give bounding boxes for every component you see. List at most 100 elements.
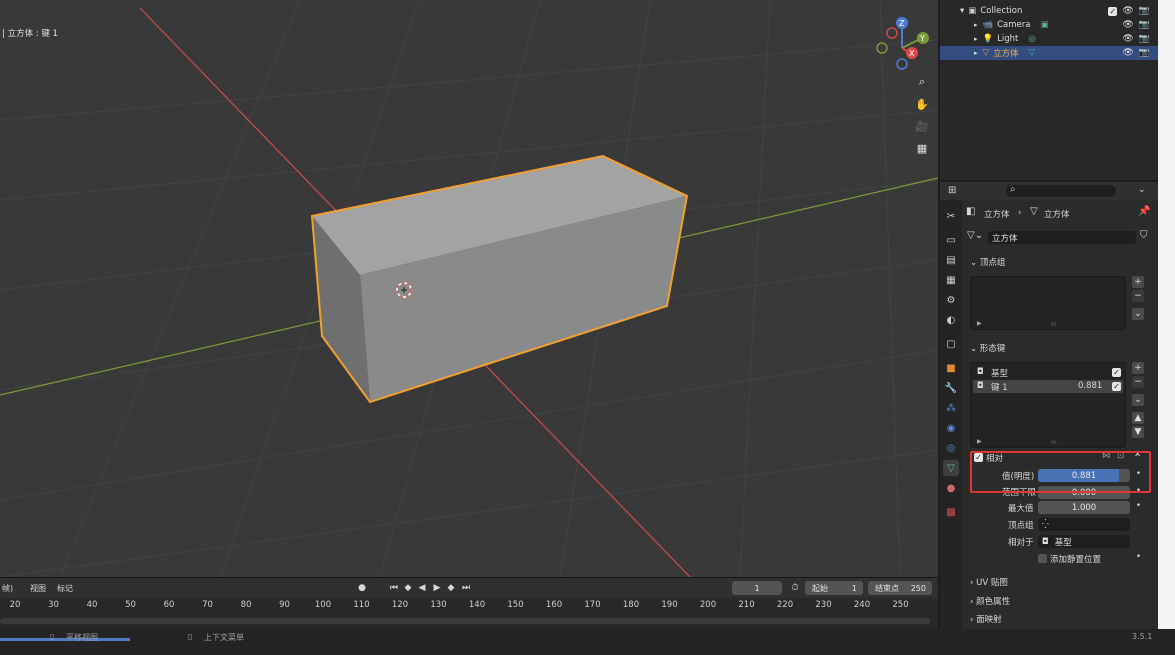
timeline[interactable]: 帧) 视图 标记 ● ⏮ ◆ ◀ ▶ ◆ ⏭ 1 ⏱ 起始 1 结束点 250 … [0, 577, 938, 630]
list-expand-icon[interactable]: ▶ [977, 438, 982, 445]
collection-tab-icon[interactable]: ▢ [943, 336, 959, 352]
camera-view-icon[interactable]: 🎥 [913, 117, 931, 135]
render-camera-icon[interactable]: 📷 [1139, 6, 1150, 16]
camera-data-icon[interactable]: ▣ [1040, 20, 1048, 30]
expand-arrow-icon[interactable]: ▸ [974, 49, 978, 57]
vertex-group-specials-button[interactable]: ⌄ [1132, 308, 1144, 320]
properties-search-input[interactable]: ⌕ [1006, 184, 1116, 197]
3d-viewport[interactable]: | 立方体 : 键 1 Z Y X ⌕ ✋ 🎥 ▦ [0, 0, 938, 577]
render-tab-icon[interactable]: ▭ [943, 232, 959, 248]
resize-grip-icon[interactable]: ⁞⁞⁞ [1051, 439, 1057, 446]
object-tab-icon[interactable]: ■ [943, 360, 959, 376]
stopwatch-icon[interactable]: ⏱ [788, 581, 802, 595]
options-chevron-icon[interactable]: ⌄ [1138, 185, 1146, 195]
face-maps-header[interactable]: › 面映射 [970, 613, 1002, 625]
outliner[interactable]: ▾ ▣ Collection ✓ 👁 📷 ▸ 📹 Camera ▣ 👁 📷 ▸ 💡 L… [940, 0, 1158, 180]
prev-keyframe-icon[interactable]: ◆ [401, 581, 415, 595]
shape-key-mute-checkbox[interactable]: ✓ [1112, 368, 1121, 377]
keyframe-dot-icon[interactable]: • [1136, 552, 1141, 562]
start-frame-field[interactable]: 起始 1 [805, 581, 863, 595]
jump-end-icon[interactable]: ⏭ [459, 581, 473, 595]
relative-to-field[interactable]: ◘ 基型 [1038, 535, 1130, 548]
play-reverse-icon[interactable]: ◀ [415, 581, 429, 595]
next-keyframe-icon[interactable]: ◆ [444, 581, 458, 595]
modifier-wrench-icon[interactable]: 🔧 [943, 380, 959, 396]
eye-icon[interactable]: 👁 [1122, 6, 1133, 16]
end-frame-field[interactable]: 结束点 250 [868, 581, 932, 595]
exclude-checkbox[interactable]: ✓ [1108, 6, 1118, 16]
editor-type-icon[interactable]: ⊞ [948, 185, 956, 196]
uv-maps-title: UV 贴图 [976, 578, 1008, 588]
uv-maps-header[interactable]: › UV 贴图 [970, 576, 1008, 588]
expand-arrow-icon[interactable]: ▸ [974, 35, 978, 43]
mesh-browse-icon[interactable]: ▽⌄ [967, 230, 983, 241]
fake-user-shield-icon[interactable]: ⛉ [1140, 230, 1148, 241]
grid-ortho-icon[interactable]: ▦ [913, 139, 931, 157]
pan-hand-icon[interactable]: ✋ [913, 95, 931, 113]
constraints-tab-icon[interactable]: ◎ [943, 440, 959, 456]
mesh-data-tab-icon[interactable]: ▽ [943, 460, 959, 476]
particles-tab-icon[interactable]: ⁂ [943, 400, 959, 416]
eye-icon[interactable]: 👁 [1122, 34, 1133, 44]
material-tab-icon[interactable]: ● [943, 480, 959, 496]
outliner-row-collection[interactable]: ▾ ▣ Collection ✓ 👁 📷 [940, 4, 1158, 18]
scene-tab-icon[interactable]: ⚙ [943, 292, 959, 308]
remove-shape-key-button[interactable]: − [1132, 376, 1144, 388]
add-rest-position-checkbox[interactable] [1038, 554, 1047, 563]
pin-icon[interactable]: 📌 [1138, 206, 1150, 217]
outliner-row-camera[interactable]: ▸ 📹 Camera ▣ 👁 📷 [940, 18, 1158, 32]
resize-grip-icon[interactable]: ⁞⁞⁞ [1051, 321, 1057, 328]
eye-icon[interactable]: 👁 [1122, 20, 1133, 30]
frame-tick-label: 240 [853, 600, 871, 610]
outliner-row-cube[interactable]: ▸ ▽ 立方体 ▽ 👁 📷 [940, 46, 1158, 60]
vertex-groups-list[interactable]: ▶ ⁞⁞⁞ [970, 276, 1126, 330]
zoom-icon[interactable]: ⌕ [913, 73, 931, 91]
shape-key-row-basis[interactable]: ◘ 基型 ✓ [973, 366, 1123, 379]
move-down-button[interactable]: ▼ [1132, 426, 1144, 438]
remove-vertex-group-button[interactable]: − [1132, 290, 1144, 302]
view-menu[interactable]: 视图 [30, 583, 46, 594]
shape-key-value[interactable]: 0.881 [1078, 381, 1102, 391]
light-data-icon[interactable]: ◎ [1028, 34, 1035, 44]
move-up-button[interactable]: ▲ [1132, 412, 1144, 424]
vertex-groups-header[interactable]: ⌄ 顶点组 [970, 256, 1005, 268]
mesh-data-icon[interactable]: ▽ [1029, 48, 1036, 58]
marker-menu[interactable]: 标记 [57, 583, 73, 594]
tool-tab-icon[interactable]: ✂ [943, 208, 959, 224]
vertex-group-field[interactable]: ⁛ [1038, 518, 1130, 531]
mesh-name-field[interactable]: 立方体 [988, 231, 1136, 244]
timeline-scrollbar[interactable] [0, 618, 930, 624]
expand-arrow-icon[interactable]: ▸ [974, 21, 978, 29]
expand-arrow-icon[interactable]: ▾ [960, 6, 964, 16]
shape-key-specials-button[interactable]: ⌄ [1132, 394, 1144, 406]
outliner-row-light[interactable]: ▸ 💡 Light ◎ 👁 📷 [940, 32, 1158, 46]
playback-menu[interactable]: 帧) [2, 583, 13, 594]
color-attributes-header[interactable]: › 颜色属性 [970, 595, 1010, 607]
jump-start-icon[interactable]: ⏮ [387, 581, 401, 595]
keyframe-dot-icon[interactable]: • [1136, 501, 1141, 511]
frame-ruler[interactable]: 20 30 40 50 60 70 80 90 100 110 120 130 140 150 160 170… [0, 598, 938, 614]
output-tab-icon[interactable]: ▤ [943, 252, 959, 268]
eye-icon[interactable]: 👁 [1122, 48, 1133, 58]
add-shape-key-button[interactable]: + [1132, 362, 1144, 374]
shape-keys-list[interactable]: ◘ 基型 ✓ ◘ 键 1 0.881 ✓ ▶ ⁞⁞⁞ [970, 362, 1126, 448]
current-frame-field[interactable]: 1 [732, 581, 782, 595]
render-camera-icon[interactable]: 📷 [1139, 20, 1150, 30]
add-vertex-group-button[interactable]: + [1132, 276, 1144, 288]
play-icon[interactable]: ▶ [430, 581, 444, 595]
render-camera-icon[interactable]: 📷 [1139, 48, 1150, 58]
render-camera-icon[interactable]: 📷 [1139, 34, 1150, 44]
shape-key-mute-checkbox[interactable]: ✓ [1112, 382, 1121, 391]
axis-gizmo[interactable]: Z Y X [870, 14, 930, 74]
shape-key-row-key1[interactable]: ◘ 键 1 0.881 ✓ [973, 380, 1123, 393]
shape-key-name: 基型 [991, 369, 1009, 379]
record-icon[interactable]: ● [355, 581, 369, 595]
range-max-field[interactable]: 1.000 [1038, 501, 1130, 514]
view-layer-tab-icon[interactable]: ▦ [943, 272, 959, 288]
texture-tab-icon[interactable]: ▩ [943, 504, 959, 520]
world-tab-icon[interactable]: ◐ [943, 312, 959, 328]
physics-tab-icon[interactable]: ◉ [943, 420, 959, 436]
properties-editor[interactable]: ⊞ ⌕ ⌄ ✂ ▭ ▤ ▦ ⚙ ◐ ▢ ■ 🔧 ⁂ ◉ ◎ ▽ ● ▩ ◧ 立方… [940, 182, 1158, 629]
shape-keys-header[interactable]: ⌄ 形态键 [970, 342, 1005, 354]
list-expand-icon[interactable]: ▶ [977, 320, 982, 327]
